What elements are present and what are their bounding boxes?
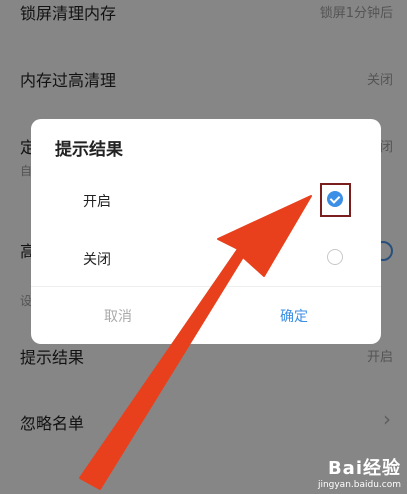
watermark: Bai经验 jingyan.baidu.com	[318, 454, 401, 490]
watermark-brand: Bai经验	[327, 458, 401, 479]
annotation-arrow-icon	[79, 195, 312, 490]
watermark-url: jingyan.baidu.com	[317, 480, 401, 490]
arrow-shape	[79, 195, 312, 490]
